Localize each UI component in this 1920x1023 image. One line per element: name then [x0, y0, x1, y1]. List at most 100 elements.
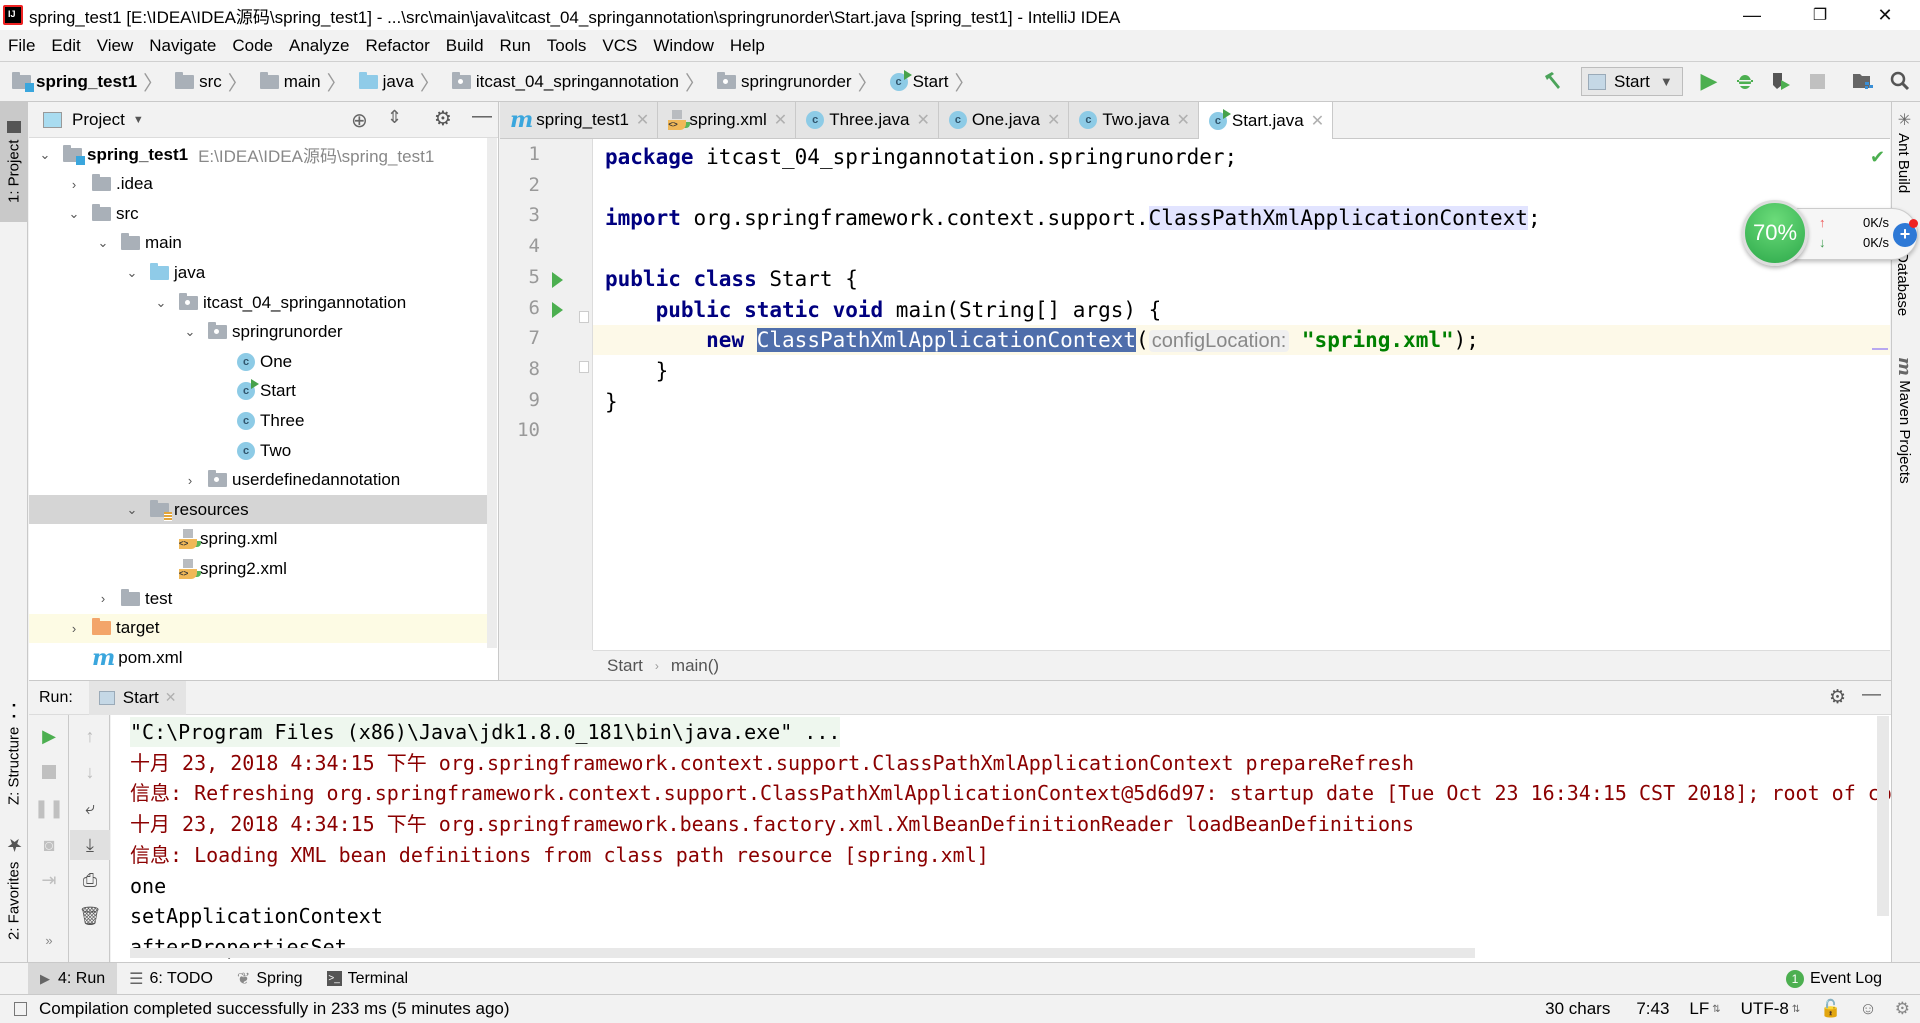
- network-speed-widget[interactable]: ↑ ↓ 0K/s 0K/s + 70%: [1742, 200, 1920, 266]
- tree-item[interactable]: › .idea: [29, 170, 497, 199]
- tree-item[interactable]: › target: [29, 613, 497, 643]
- close-tab-icon[interactable]: ✕: [917, 110, 930, 130]
- tool-tab-ant-build[interactable]: ✳ Ant Build: [1894, 110, 1913, 193]
- chevron-down-icon[interactable]: ▼: [133, 114, 144, 126]
- no-problems-check-icon[interactable]: ✔: [1870, 147, 1885, 168]
- tab-start-java[interactable]: c Start.java ✕: [1198, 102, 1334, 139]
- gear-icon[interactable]: ⚙: [434, 106, 452, 131]
- tool-tab-maven-projects[interactable]: m Maven Projects: [1894, 357, 1915, 484]
- up-arrow-icon[interactable]: ↑: [70, 721, 110, 751]
- memory-usage-ball[interactable]: 70%: [1742, 200, 1808, 266]
- tree-item[interactable]: ⌄ spring_test1 E:\IDEA\IDEA源码\spring_test1: [29, 140, 497, 169]
- close-tab-icon[interactable]: ✕: [1176, 110, 1189, 130]
- close-tab-icon[interactable]: ✕: [774, 110, 787, 130]
- file-encoding[interactable]: UTF-8: [1741, 999, 1789, 1019]
- menu-view[interactable]: View: [89, 36, 142, 56]
- breadcrumb-src[interactable]: src 〉: [163, 62, 248, 101]
- menu-analyze[interactable]: Analyze: [281, 36, 357, 56]
- tool-tab-structure[interactable]: Z: Structure ▪▪: [0, 697, 28, 807]
- run-class-gutter-icon[interactable]: [552, 272, 563, 288]
- gear-icon[interactable]: ⚙: [1829, 686, 1846, 709]
- fold-marker-icon[interactable]: [579, 361, 589, 373]
- debug-icon[interactable]: [1730, 66, 1760, 96]
- chevron-right-icon[interactable]: ›: [93, 591, 113, 606]
- chevron-right-icon[interactable]: ›: [64, 621, 84, 636]
- exit-icon[interactable]: ⇥: [29, 865, 69, 895]
- chevron-down-icon[interactable]: ⌄: [64, 206, 84, 222]
- console-output[interactable]: "C:\Program Files (x86)\Java\jdk1.8.0_18…: [111, 715, 1891, 962]
- caret-position[interactable]: 7:43: [1636, 999, 1669, 1019]
- status-message[interactable]: Compilation completed successfully in 23…: [39, 999, 510, 1019]
- tree-item[interactable]: m pom.xml: [29, 643, 497, 672]
- breadcrumb-class[interactable]: Start: [607, 656, 643, 676]
- camera-icon[interactable]: ◙: [29, 830, 69, 860]
- minimize-button[interactable]: —: [1722, 0, 1782, 30]
- line-separator[interactable]: LF: [1689, 999, 1709, 1019]
- trash-icon[interactable]: 🗑: [70, 901, 110, 931]
- menu-run[interactable]: Run: [492, 36, 539, 56]
- chevron-down-icon[interactable]: ⌄: [122, 502, 142, 518]
- tree-item[interactable]: c Three: [29, 406, 497, 435]
- inspector-icon[interactable]: ☺: [1859, 999, 1876, 1019]
- menu-navigate[interactable]: Navigate: [141, 36, 224, 56]
- print-icon[interactable]: ⎙: [70, 865, 110, 895]
- console-vertical-scrollbar[interactable]: [1877, 716, 1889, 916]
- run-with-coverage-icon[interactable]: [1766, 66, 1796, 96]
- close-tab-icon[interactable]: ✕: [636, 110, 649, 130]
- tab-spring-test1[interactable]: m spring_test1 ✕: [500, 102, 659, 138]
- search-icon[interactable]: [1885, 66, 1915, 96]
- tree-item[interactable]: spring.xml: [29, 525, 497, 554]
- fold-marker-icon[interactable]: [579, 311, 589, 323]
- tool-tab-todo[interactable]: ☰ 6: TODO: [117, 963, 225, 995]
- menu-file[interactable]: File: [0, 36, 43, 56]
- lock-icon[interactable]: 🔓: [1820, 999, 1841, 1019]
- scroll-to-end-icon[interactable]: ⤓: [70, 830, 110, 860]
- tree-item[interactable]: spring2.xml: [29, 554, 497, 583]
- tree-item[interactable]: ⌄ springrunorder: [29, 318, 497, 347]
- run-icon[interactable]: ▶: [1694, 66, 1724, 96]
- settings-help-icon[interactable]: ⚙: [1895, 999, 1910, 1019]
- tab-three-java[interactable]: c Three.java ✕: [796, 102, 939, 138]
- close-tab-icon[interactable]: ✕: [1047, 110, 1060, 130]
- rerun-icon[interactable]: ▶: [29, 721, 69, 751]
- tree-item[interactable]: ⌄ java: [29, 258, 497, 287]
- tool-windows-toggle-icon[interactable]: [14, 1002, 27, 1016]
- tool-tab-run[interactable]: ▶ 4: Run: [28, 962, 118, 995]
- run-main-gutter-icon[interactable]: [552, 302, 563, 318]
- locate-file-icon[interactable]: ⊕: [351, 108, 368, 133]
- tree-scrollbar[interactable]: [487, 138, 497, 648]
- tab-one-java[interactable]: c One.java ✕: [938, 102, 1070, 138]
- run-tab-start[interactable]: Start ✕: [88, 680, 187, 715]
- tree-item[interactable]: ⌄ main: [29, 229, 497, 258]
- tool-tab-favorites[interactable]: 2: Favorites ★: [0, 822, 28, 952]
- chevron-right-icon[interactable]: ›: [64, 177, 84, 192]
- menu-help[interactable]: Help: [722, 36, 773, 56]
- breadcrumb-package[interactable]: itcast_04_springannotation 〉: [440, 62, 705, 101]
- console-horizontal-scrollbar[interactable]: [130, 948, 1475, 958]
- chevron-down-icon[interactable]: ⌄: [35, 147, 55, 163]
- collapse-all-icon[interactable]: ⇕: [387, 107, 402, 128]
- tab-spring-xml[interactable]: spring.xml ✕: [658, 102, 797, 138]
- tool-tab-spring[interactable]: ❦ Spring: [225, 963, 315, 995]
- chevron-down-icon[interactable]: ⌄: [93, 235, 113, 251]
- menu-build[interactable]: Build: [438, 36, 492, 56]
- tree-item[interactable]: ⌄ itcast_04_springannotation: [29, 288, 497, 317]
- chevron-down-icon[interactable]: ⌄: [180, 324, 200, 340]
- menu-refactor[interactable]: Refactor: [357, 36, 437, 56]
- tree-item[interactable]: c One: [29, 347, 497, 376]
- tree-item[interactable]: ⌄ resources: [29, 495, 497, 525]
- stop-icon[interactable]: [1802, 66, 1832, 96]
- close-tab-icon[interactable]: ✕: [1311, 111, 1324, 131]
- breadcrumb-java[interactable]: java 〉: [347, 62, 440, 101]
- menu-vcs[interactable]: VCS: [594, 36, 645, 56]
- tree-item[interactable]: ⌄ src: [29, 199, 497, 228]
- menu-window[interactable]: Window: [645, 36, 721, 56]
- breadcrumb-class[interactable]: c Start 〉: [878, 62, 974, 101]
- build-hammer-icon[interactable]: [1538, 66, 1568, 96]
- down-arrow-icon[interactable]: ↓: [70, 757, 110, 787]
- tree-item[interactable]: c Two: [29, 436, 497, 465]
- stop-icon[interactable]: [29, 757, 69, 787]
- breadcrumb-project[interactable]: spring_test1 〉: [0, 62, 163, 101]
- event-log-button[interactable]: 1 Event Log: [1774, 963, 1894, 995]
- close-tab-icon[interactable]: ✕: [165, 689, 177, 706]
